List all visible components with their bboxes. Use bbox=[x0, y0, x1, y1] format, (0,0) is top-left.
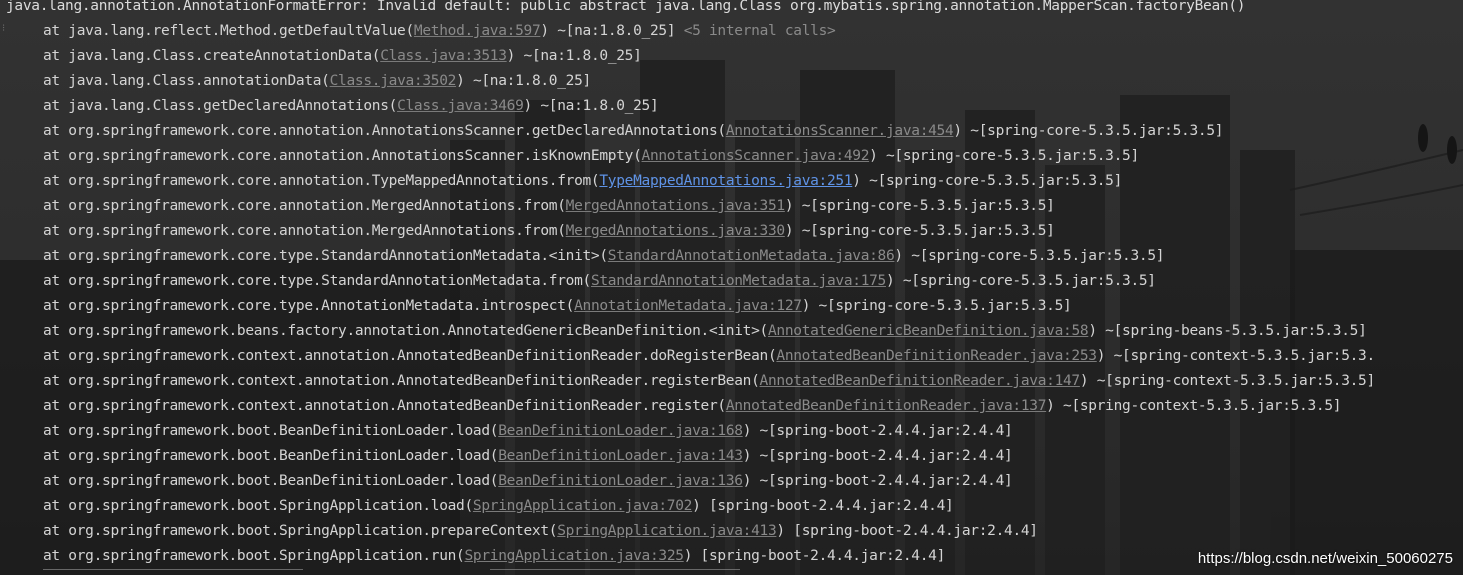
frame-method: at org.springframework.core.type.Standar… bbox=[43, 248, 608, 264]
jar-info: ) ~[spring-context-5.3.5.jar:5.3.5] bbox=[1046, 398, 1342, 414]
frame-method: at org.springframework.context.annotatio… bbox=[43, 373, 760, 389]
source-file-link[interactable]: SpringApplication.java:413 bbox=[557, 523, 776, 539]
frame-method: at org.springframework.boot.BeanDefiniti… bbox=[43, 473, 499, 489]
source-file-link[interactable]: AnnotatedBeanDefinitionReader.java:253 bbox=[776, 348, 1097, 364]
source-file-link[interactable]: Method.java:597 bbox=[414, 23, 541, 39]
source-file-link[interactable]: AnnotatedGenericBeanDefinition.java:58 bbox=[768, 323, 1089, 339]
frame-method: at java.lang.Class.getDeclaredAnnotation… bbox=[43, 98, 398, 114]
jar-info: ) ~[na:1.8.0_25] bbox=[523, 98, 659, 114]
stack-frame-line: at org.springframework.context.annotatio… bbox=[43, 394, 1342, 419]
source-file-link[interactable]: StandardAnnotationMetadata.java:86 bbox=[608, 248, 895, 264]
stack-frame-line: at org.springframework.core.annotation.A… bbox=[43, 119, 1223, 144]
stack-frame-line: at org.springframework.beans.factory.ann… bbox=[43, 319, 1367, 344]
jar-info: ) ~[spring-core-5.3.5.jar:5.3.5] bbox=[784, 223, 1055, 239]
watermark: https://blog.csdn.net/weixin_50060275 bbox=[1197, 550, 1453, 567]
stack-frame-line: at org.springframework.core.annotation.M… bbox=[43, 219, 1055, 244]
frame-method: at java.lang.reflect.Method.getDefaultVa… bbox=[43, 23, 414, 39]
stack-frame-line: at java.lang.reflect.Method.getDefaultVa… bbox=[43, 19, 836, 44]
stack-frame-line: at org.springframework.boot.SpringApplic… bbox=[43, 544, 945, 569]
stack-frame-line: at org.springframework.context.annotatio… bbox=[43, 369, 1375, 394]
source-file-link[interactable]: AnnotatedBeanDefinitionReader.java:147 bbox=[760, 373, 1081, 389]
jar-info: ) ~[spring-core-5.3.5.jar:5.3.5] bbox=[852, 173, 1123, 189]
source-file-link[interactable]: Class.java:3502 bbox=[330, 73, 457, 89]
source-file-link[interactable]: AnnotationsScanner.java:492 bbox=[642, 148, 870, 164]
jar-info: ) ~[spring-context-5.3.5.jar:5.3. bbox=[1096, 348, 1375, 364]
frame-method: at org.springframework.beans.factory.ann… bbox=[43, 323, 768, 339]
source-file-link[interactable]: BeanDefinitionLoader.java:143 bbox=[498, 448, 743, 464]
frame-method: at org.springframework.core.type.Annotat… bbox=[43, 298, 575, 314]
source-file-link[interactable]: BeanDefinitionLoader.java:168 bbox=[498, 423, 743, 439]
jar-info: ) ~[spring-boot-2.4.4.jar:2.4.4] bbox=[742, 448, 1013, 464]
stack-frame-line: at org.springframework.core.annotation.M… bbox=[43, 194, 1055, 219]
source-file-link[interactable]: MergedAnnotations.java:330 bbox=[566, 223, 785, 239]
stack-frame-line: at org.springframework.core.type.Standar… bbox=[43, 244, 1164, 269]
frame-method: at org.springframework.core.type.Standar… bbox=[43, 273, 591, 289]
stack-frame-line: at java.lang.Class.createAnnotationData(… bbox=[43, 44, 642, 69]
console-output: ⁝ java.lang.annotation.AnnotationFormatE… bbox=[0, 0, 1463, 575]
frame-method: at java.lang.Class.annotationData( bbox=[43, 73, 330, 89]
frame-method: at org.springframework.context.annotatio… bbox=[43, 348, 777, 364]
next-line-partial bbox=[0, 569, 1463, 575]
frame-method: at org.springframework.boot.SpringApplic… bbox=[43, 523, 558, 539]
source-file-link[interactable]: StandardAnnotationMetadata.java:175 bbox=[591, 273, 886, 289]
frame-method: at org.springframework.boot.BeanDefiniti… bbox=[43, 448, 499, 464]
source-file-link[interactable]: SpringApplication.java:702 bbox=[473, 498, 692, 514]
source-file-link[interactable]: SpringApplication.java:325 bbox=[465, 548, 684, 564]
fold-marker-icon[interactable]: ⁝ bbox=[2, 24, 10, 34]
stack-frame-line: at java.lang.Class.annotationData(Class.… bbox=[43, 69, 591, 94]
frame-method: at org.springframework.boot.SpringApplic… bbox=[43, 548, 465, 564]
jar-info: ) ~[spring-core-5.3.5.jar:5.3.5] bbox=[953, 123, 1224, 139]
jar-info: ) ~[spring-core-5.3.5.jar:5.3.5] bbox=[801, 298, 1072, 314]
frame-method: at org.springframework.core.annotation.A… bbox=[43, 148, 642, 164]
stack-frame-line: at org.springframework.boot.SpringApplic… bbox=[43, 494, 954, 519]
jar-info: ) ~[spring-boot-2.4.4.jar:2.4.4] bbox=[742, 423, 1013, 439]
frame-method: at org.springframework.core.annotation.M… bbox=[43, 198, 566, 214]
stack-frame-line: at java.lang.Class.getDeclaredAnnotation… bbox=[43, 94, 659, 119]
stack-frame-line: at org.springframework.boot.BeanDefiniti… bbox=[43, 444, 1013, 469]
stack-frame-line: at org.springframework.core.type.Annotat… bbox=[43, 294, 1072, 319]
stack-frame-line: at org.springframework.context.annotatio… bbox=[43, 344, 1375, 369]
jar-info: ) ~[na:1.8.0_25] bbox=[540, 23, 676, 39]
stack-frame-line: at org.springframework.core.annotation.A… bbox=[43, 144, 1139, 169]
source-file-link[interactable]: AnnotationMetadata.java:127 bbox=[574, 298, 802, 314]
jar-info: ) [spring-boot-2.4.4.jar:2.4.4] bbox=[683, 548, 946, 564]
stack-frame-line: at org.springframework.boot.SpringApplic… bbox=[43, 519, 1038, 544]
frame-method: at java.lang.Class.createAnnotationData( bbox=[43, 48, 381, 64]
source-file-link[interactable]: Class.java:3469 bbox=[397, 98, 524, 114]
source-file-link[interactable]: MergedAnnotations.java:351 bbox=[566, 198, 785, 214]
frame-method: at org.springframework.core.annotation.T… bbox=[43, 173, 600, 189]
frame-method: at org.springframework.core.annotation.A… bbox=[43, 123, 726, 139]
jar-info: ) ~[spring-core-5.3.5.jar:5.3.5] bbox=[894, 248, 1165, 264]
source-file-link[interactable]: Class.java:3513 bbox=[380, 48, 507, 64]
stack-frame-line: at org.springframework.boot.BeanDefiniti… bbox=[43, 419, 1013, 444]
source-file-link[interactable]: AnnotatedBeanDefinitionReader.java:137 bbox=[726, 398, 1047, 414]
error-message-line: java.lang.annotation.AnnotationFormatErr… bbox=[6, 0, 1246, 14]
jar-info: ) ~[spring-core-5.3.5.jar:5.3.5] bbox=[784, 198, 1055, 214]
jar-info: ) ~[spring-core-5.3.5.jar:5.3.5] bbox=[869, 148, 1139, 164]
source-file-link[interactable]: TypeMappedAnnotations.java:251 bbox=[599, 173, 852, 189]
jar-info: ) [spring-boot-2.4.4.jar:2.4.4] bbox=[692, 498, 954, 514]
internal-calls-toggle[interactable]: <5 internal calls> bbox=[675, 23, 836, 39]
jar-info: ) [spring-boot-2.4.4.jar:2.4.4] bbox=[776, 523, 1038, 539]
jar-info: ) ~[na:1.8.0_25] bbox=[506, 48, 642, 64]
frame-method: at org.springframework.context.annotatio… bbox=[43, 398, 726, 414]
frame-method: at org.springframework.boot.SpringApplic… bbox=[43, 498, 473, 514]
stack-frame-line: at org.springframework.core.annotation.T… bbox=[43, 169, 1122, 194]
jar-info: ) ~[spring-context-5.3.5.jar:5.3.5] bbox=[1079, 373, 1375, 389]
source-file-link[interactable]: AnnotationsScanner.java:454 bbox=[726, 123, 954, 139]
jar-info: ) ~[spring-beans-5.3.5.jar:5.3.5] bbox=[1088, 323, 1367, 339]
jar-info: ) ~[spring-core-5.3.5.jar:5.3.5] bbox=[885, 273, 1156, 289]
stack-frame-line: at org.springframework.boot.BeanDefiniti… bbox=[43, 469, 1013, 494]
frame-method: at org.springframework.boot.BeanDefiniti… bbox=[43, 423, 499, 439]
frame-method: at org.springframework.core.annotation.M… bbox=[43, 223, 566, 239]
jar-info: ) ~[spring-boot-2.4.4.jar:2.4.4] bbox=[742, 473, 1013, 489]
source-file-link[interactable]: BeanDefinitionLoader.java:136 bbox=[498, 473, 743, 489]
jar-info: ) ~[na:1.8.0_25] bbox=[456, 73, 591, 89]
stack-frame-line: at org.springframework.core.type.Standar… bbox=[43, 269, 1156, 294]
